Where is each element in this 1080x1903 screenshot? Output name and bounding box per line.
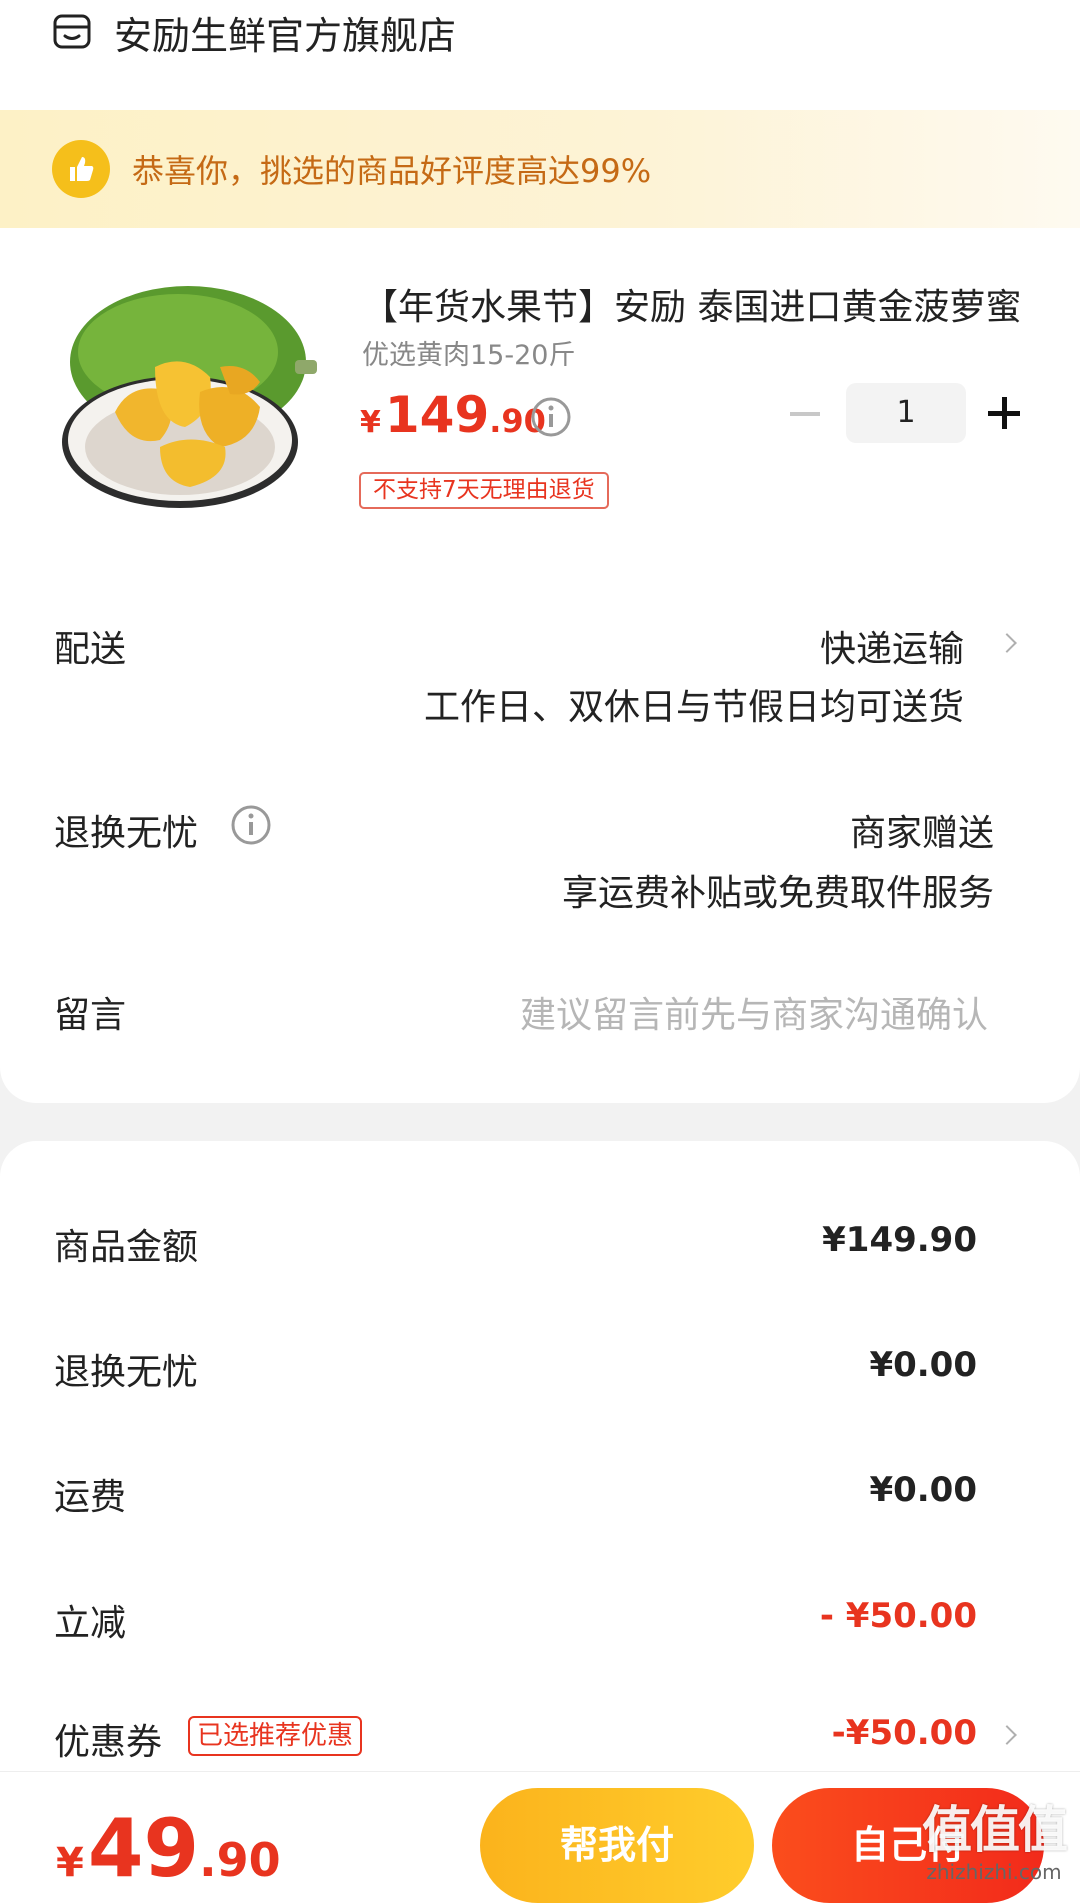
remark-label: 留言: [54, 995, 127, 1036]
quantity-input[interactable]: 1: [846, 383, 966, 443]
remark-input[interactable]: 建议留言前先与商家沟通确认: [520, 986, 988, 1038]
store-icon: [53, 14, 91, 49]
shipping-value: ¥0.00: [869, 1470, 977, 1510]
product-price: ¥ 149 .90: [360, 386, 546, 446]
return-service-desc: 享运费补贴或免费取件服务: [561, 873, 994, 914]
quantity-plus-button[interactable]: [988, 397, 1020, 429]
return-service-label: 退换无忧: [54, 813, 199, 854]
quantity-minus-button[interactable]: [790, 412, 820, 416]
total-decimal: .90: [199, 1833, 281, 1887]
delivery-label: 配送: [54, 629, 127, 670]
product-image[interactable]: [60, 282, 322, 522]
watermark-url: zhizhizhi.com: [926, 1860, 1062, 1884]
coupon-recommended-tag: 已选推荐优惠: [188, 1716, 363, 1756]
return-fee-value: ¥0.00: [869, 1345, 977, 1385]
store-name: 安励生鲜官方旗舰店: [114, 13, 457, 58]
return-fee-label: 退换无忧: [54, 1352, 199, 1393]
help-pay-button[interactable]: 帮我付: [480, 1788, 754, 1903]
banner-text: 恭喜你，挑选的商品好评度高达99%: [132, 152, 652, 190]
price-currency: ¥: [360, 405, 381, 440]
total-integer: 49: [87, 1802, 200, 1895]
price-integer: 149: [384, 386, 490, 444]
return-info-icon[interactable]: [230, 804, 272, 846]
total-currency: ¥: [56, 1840, 84, 1886]
rating-banner: 恭喜你，挑选的商品好评度高达99%: [0, 110, 1080, 228]
coupon-label[interactable]: 优惠券: [54, 1713, 162, 1765]
product-spec: 优选黄肉15-20斤: [362, 340, 576, 371]
no-return-tag: 不支持7天无理由退货: [359, 472, 609, 509]
store-header[interactable]: 安励生鲜官方旗舰店: [52, 0, 456, 64]
price-info-icon[interactable]: [530, 396, 572, 438]
delivery-note: 工作日、双休日与节假日均可送货: [423, 687, 964, 728]
total-price: ¥ 49 .90: [56, 1802, 281, 1895]
watermark-logo: 值值值: [922, 1801, 1068, 1859]
goods-amount-value: ¥149.90: [822, 1220, 977, 1260]
shipping-label: 运费: [54, 1477, 127, 1518]
thumbs-up-icon: [52, 140, 110, 198]
goods-amount-label: 商品金额: [54, 1227, 199, 1268]
return-service-value: 商家赠送: [849, 813, 994, 854]
delivery-method[interactable]: 快递运输: [820, 620, 964, 672]
product-title[interactable]: 【年货水果节】安励 泰国进口黄金菠萝蜜: [362, 278, 1022, 330]
coupon-value[interactable]: -¥50.00: [832, 1713, 977, 1753]
discount-label: 立减: [54, 1603, 127, 1644]
discount-value: - ¥50.00: [819, 1596, 977, 1636]
site-watermark: 值值值 zhizhizhi.com: [922, 1800, 1068, 1884]
